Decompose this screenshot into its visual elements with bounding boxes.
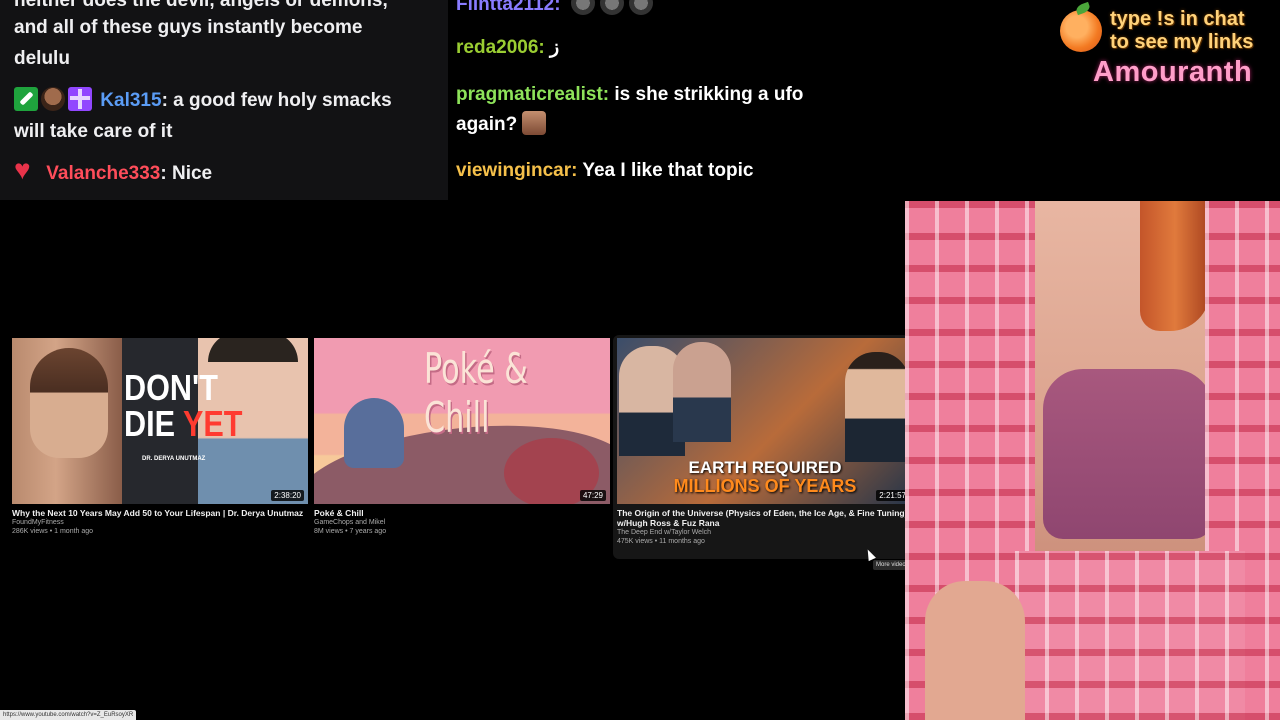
chat-message-text: again?	[456, 114, 518, 135]
webcam-hair	[1140, 201, 1210, 331]
thumbnail-subtext: DR. DERYA UNUTMAZ	[142, 456, 206, 462]
cat-emote-icon	[628, 0, 653, 15]
chat-overlay-left: neither does the devil, angels or demons…	[0, 0, 448, 200]
chat-username[interactable]: Valanche333	[46, 163, 160, 184]
cat-emote-icon	[599, 0, 624, 15]
video-title[interactable]: Why the Next 10 Years May Add 50 to Your…	[12, 508, 308, 518]
video-card[interactable]: DON'T DIE YET DR. DERYA UNUTMAZ 2:38:20 …	[12, 338, 308, 536]
promo-text: type !s in chat to see my links	[1110, 8, 1280, 54]
video-channel[interactable]: FoundMyFitness	[12, 518, 308, 527]
video-channel[interactable]: GameChops and Mikel	[314, 518, 610, 527]
status-url-bar: https://www.youtube.com/watch?v=Z_EuRsoy…	[0, 710, 137, 720]
chat-message: Flintta2112:	[456, 0, 653, 23]
emote-badge-icon	[41, 87, 65, 111]
thumbnail-text: DIE	[124, 403, 176, 444]
thumbnail-text: YET	[182, 403, 243, 444]
chat-message: again?	[456, 106, 547, 143]
chat-message-text: is she strikking a ufo	[614, 84, 804, 105]
thumbnail-person	[673, 342, 731, 442]
chat-username[interactable]: pragmaticrealist:	[456, 84, 609, 105]
chat-message-text: : Nice	[160, 163, 213, 184]
chat-message-text: and all of these guys instantly become	[14, 17, 363, 38]
streamer-name: Amouranth	[1093, 56, 1253, 88]
chat-message: reda2006: ز	[456, 29, 559, 66]
chat-message-text: Yea I like that topic	[582, 160, 754, 181]
video-card[interactable]: EARTH REQUIRED MILLIONS OF YEARS 2:21:57…	[617, 338, 913, 546]
promo-line: type !s in chat	[1110, 8, 1245, 30]
chat-message-text: ز	[550, 37, 560, 58]
peach-icon	[1060, 10, 1102, 52]
chat-message: Valanche333: Nice	[14, 154, 213, 189]
video-card[interactable]: Poké & Chill 47:29 Poké & Chill GameChop…	[314, 338, 610, 536]
thumbnail-text: DON'T	[124, 367, 218, 408]
chat-message-text: : a good few holy smacks	[161, 90, 392, 111]
promo-line: to see my links	[1110, 31, 1254, 53]
video-thumbnail[interactable]: Poké & Chill 47:29	[314, 338, 610, 504]
video-title[interactable]: The Origin of the Universe (Physics of E…	[617, 508, 913, 528]
chat-message-text: delulu	[14, 48, 70, 69]
thumbnail-text: Poké & Chill	[424, 344, 528, 442]
video-meta: 475K views • 11 months ago	[617, 538, 705, 545]
thumbnail-person	[845, 352, 909, 462]
webcam-hand	[925, 581, 1025, 720]
chat-message-text: will take care of it	[14, 121, 173, 142]
webcam-top	[1043, 369, 1213, 539]
thumbnail-text: EARTH REQUIRED	[688, 458, 842, 477]
webcam-pants	[1015, 551, 1245, 720]
face-emote-icon	[522, 111, 547, 135]
video-duration: 47:29	[579, 490, 606, 501]
chat-username[interactable]: Flintta2112:	[456, 0, 561, 15]
heart-badge-icon	[14, 154, 38, 185]
chat-username[interactable]: Kal315	[100, 90, 161, 111]
tooltip: More video	[873, 560, 909, 570]
video-meta: 286K views • 1 month ago	[12, 528, 94, 535]
cat-emote-icon	[570, 0, 595, 15]
chat-message: Kal315: a good few holy smacks	[14, 85, 392, 116]
chat-username[interactable]: viewingincar:	[456, 160, 577, 181]
video-channel[interactable]: The Deep End w/Taylor Welch	[617, 528, 913, 537]
thumbnail-rider	[344, 398, 404, 468]
thumbnail-headline: DON'T DIE YET	[124, 370, 242, 442]
video-thumbnail[interactable]: EARTH REQUIRED MILLIONS OF YEARS 2:21:57	[617, 338, 913, 504]
thumbnail-text: MILLIONS OF YEARS	[673, 476, 857, 496]
video-duration: 2:38:20	[271, 490, 304, 501]
video-thumbnail[interactable]: DON'T DIE YET DR. DERYA UNUTMAZ 2:38:20	[12, 338, 308, 504]
video-title[interactable]: Poké & Chill	[314, 508, 610, 518]
thumbnail-person	[12, 338, 122, 504]
chat-username[interactable]: reda2006:	[456, 37, 545, 58]
sword-badge-icon	[14, 87, 38, 111]
webcam-feed	[905, 201, 1280, 720]
gift-badge-icon	[68, 87, 92, 111]
chat-message: viewingincar: Yea I like that topic	[456, 152, 753, 189]
video-meta: 8M views • 7 years ago	[314, 528, 387, 535]
